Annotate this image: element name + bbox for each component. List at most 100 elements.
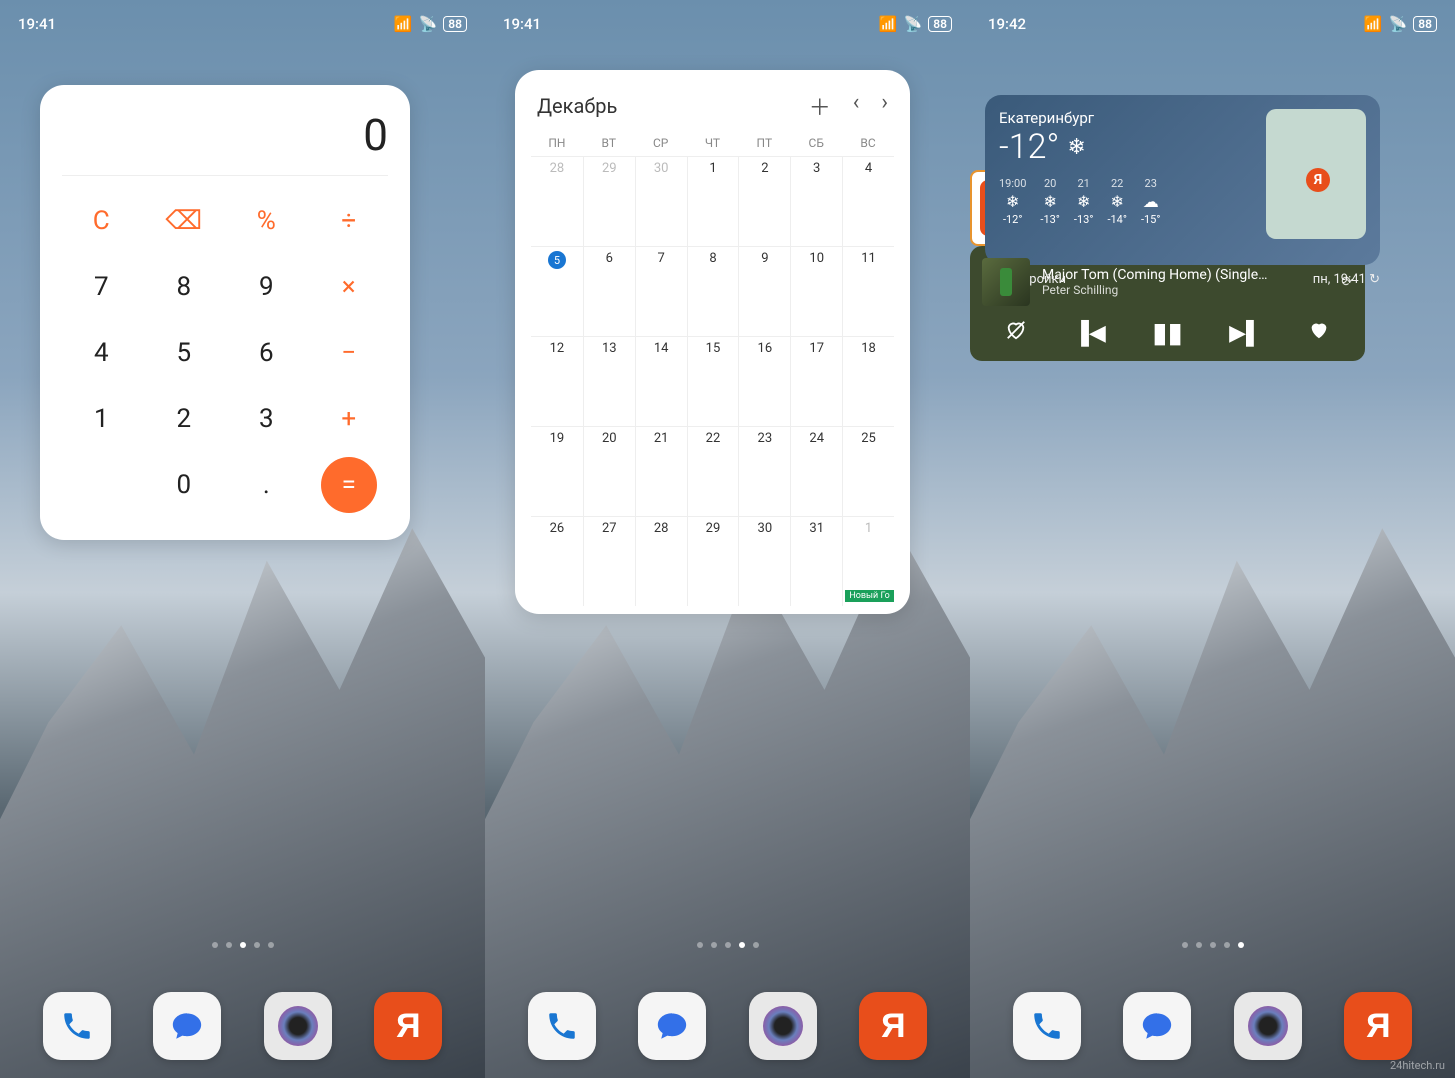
calc-button-%[interactable]: % bbox=[227, 190, 306, 252]
page-indicator[interactable] bbox=[970, 942, 1455, 948]
page-dot[interactable] bbox=[212, 942, 218, 948]
calendar-day-cell[interactable]: 10 bbox=[790, 246, 842, 336]
page-dot[interactable] bbox=[711, 942, 717, 948]
calendar-day-cell[interactable]: 2 bbox=[738, 156, 790, 246]
music-dislike-button[interactable] bbox=[1005, 319, 1027, 347]
dock-yandex-icon[interactable]: Я bbox=[1344, 992, 1412, 1060]
weather-widget[interactable]: Екатеринбург -12° ❄ 19:00❄-12°20❄-13°21❄… bbox=[985, 95, 1380, 265]
page-indicator[interactable] bbox=[0, 942, 485, 948]
calendar-day-cell[interactable]: 27 bbox=[583, 516, 635, 606]
dock-phone-icon[interactable] bbox=[528, 992, 596, 1060]
calc-button-0[interactable]: 0 bbox=[145, 454, 224, 516]
weather-map[interactable]: Я bbox=[1266, 109, 1366, 239]
calendar-day-cell[interactable]: 1Новый Го bbox=[842, 516, 894, 606]
calculator-widget[interactable]: 0 C⌫%÷789×456−123+0.= bbox=[40, 85, 410, 540]
calc-button-⌫[interactable]: ⌫ bbox=[145, 190, 224, 252]
calendar-next-button[interactable]: › bbox=[881, 90, 888, 122]
calc-button-+[interactable]: + bbox=[310, 388, 389, 450]
calendar-prev-button[interactable]: ‹ bbox=[853, 90, 860, 122]
calendar-day-cell[interactable]: 19 bbox=[531, 426, 583, 516]
calc-button-9[interactable]: 9 bbox=[227, 256, 306, 318]
page-dot[interactable] bbox=[1224, 942, 1230, 948]
calendar-day-cell[interactable]: 9 bbox=[738, 246, 790, 336]
calendar-day-cell[interactable]: 29 bbox=[687, 516, 739, 606]
calc-button-=[interactable]: = bbox=[321, 457, 377, 513]
dock-phone-icon[interactable] bbox=[43, 992, 111, 1060]
page-dot[interactable] bbox=[697, 942, 703, 948]
page-dot[interactable] bbox=[226, 942, 232, 948]
calendar-day-cell[interactable]: 26 bbox=[531, 516, 583, 606]
weather-refresh-icon[interactable]: ↻ bbox=[1369, 272, 1380, 287]
calendar-day-cell[interactable]: 13 bbox=[583, 336, 635, 426]
calendar-day-cell[interactable]: 22 bbox=[687, 426, 739, 516]
calc-button-7[interactable]: 7 bbox=[62, 256, 141, 318]
calendar-day-cell[interactable]: 12 bbox=[531, 336, 583, 426]
page-dot[interactable] bbox=[254, 942, 260, 948]
dock-phone-icon[interactable] bbox=[1013, 992, 1081, 1060]
calendar-day-cell[interactable]: 30 bbox=[738, 516, 790, 606]
calc-button-2[interactable]: 2 bbox=[145, 388, 224, 450]
calendar-day-cell[interactable]: 28 bbox=[531, 156, 583, 246]
page-dot[interactable] bbox=[739, 942, 745, 948]
page-dot[interactable] bbox=[753, 942, 759, 948]
page-dot[interactable] bbox=[1182, 942, 1188, 948]
calendar-day-cell[interactable]: 14 bbox=[635, 336, 687, 426]
calendar-day-cell[interactable]: 31 bbox=[790, 516, 842, 606]
dock-camera-icon[interactable] bbox=[1234, 992, 1302, 1060]
page-dot[interactable] bbox=[725, 942, 731, 948]
calc-button-8[interactable]: 8 bbox=[145, 256, 224, 318]
music-next-button[interactable]: ▶▌ bbox=[1229, 320, 1262, 346]
dock-yandex-icon[interactable]: Я bbox=[374, 992, 442, 1060]
calendar-day-cell[interactable]: 29 bbox=[583, 156, 635, 246]
dock-camera-icon[interactable] bbox=[749, 992, 817, 1060]
calc-button-.[interactable]: . bbox=[227, 454, 306, 516]
calendar-day-cell[interactable]: 30 bbox=[635, 156, 687, 246]
music-pause-button[interactable]: ▮▮ bbox=[1152, 316, 1183, 349]
dock-messages-icon[interactable] bbox=[1123, 992, 1191, 1060]
dock-yandex-icon[interactable]: Я bbox=[859, 992, 927, 1060]
dock-camera-icon[interactable] bbox=[264, 992, 332, 1060]
dock-messages-icon[interactable] bbox=[153, 992, 221, 1060]
music-previous-button[interactable]: ▐◀ bbox=[1073, 320, 1106, 346]
calendar-day-cell[interactable]: 5 bbox=[531, 246, 583, 336]
calendar-day-cell[interactable]: 16 bbox=[738, 336, 790, 426]
calendar-day-cell[interactable]: 17 bbox=[790, 336, 842, 426]
calc-button-5[interactable]: 5 bbox=[145, 322, 224, 384]
calc-button-6[interactable]: 6 bbox=[227, 322, 306, 384]
calendar-day-cell[interactable]: 20 bbox=[583, 426, 635, 516]
calc-button-C[interactable]: C bbox=[62, 190, 141, 252]
dock-messages-icon[interactable] bbox=[638, 992, 706, 1060]
calendar-day-cell[interactable]: 23 bbox=[738, 426, 790, 516]
calendar-widget[interactable]: Декабрь ＋ ‹ › ПНВТСРЧТПТСБВС 28293012345… bbox=[515, 70, 910, 614]
calc-button-4[interactable]: 4 bbox=[62, 322, 141, 384]
calendar-day-cell[interactable]: 1 bbox=[687, 156, 739, 246]
calendar-add-button[interactable]: ＋ bbox=[809, 90, 831, 122]
calc-button-3[interactable]: 3 bbox=[227, 388, 306, 450]
page-indicator[interactable] bbox=[485, 942, 970, 948]
music-like-button[interactable] bbox=[1308, 319, 1330, 347]
calendar-day-cell[interactable]: 21 bbox=[635, 426, 687, 516]
calendar-day-cell[interactable]: 15 bbox=[687, 336, 739, 426]
calendar-event[interactable]: Новый Го bbox=[845, 590, 894, 602]
calendar-day-cell[interactable]: 28 bbox=[635, 516, 687, 606]
calendar-day-cell[interactable]: 3 bbox=[790, 156, 842, 246]
calc-button-1[interactable]: 1 bbox=[62, 388, 141, 450]
screen-widgets: 19:42 📶 📡 88 Екатеринбург -12° ❄ 19:00❄-… bbox=[970, 0, 1455, 1078]
calendar-day-cell[interactable]: 25 bbox=[842, 426, 894, 516]
music-sync-icon[interactable]: ⟳ bbox=[1341, 274, 1353, 290]
calendar-day-cell[interactable]: 6 bbox=[583, 246, 635, 336]
calendar-day-cell[interactable]: 7 bbox=[635, 246, 687, 336]
page-dot[interactable] bbox=[240, 942, 246, 948]
calc-button-−[interactable]: − bbox=[310, 322, 389, 384]
calendar-day-cell[interactable]: 8 bbox=[687, 246, 739, 336]
calendar-day-cell[interactable]: 4 bbox=[842, 156, 894, 246]
calendar-day-cell[interactable]: 18 bbox=[842, 336, 894, 426]
calc-button-×[interactable]: × bbox=[310, 256, 389, 318]
page-dot[interactable] bbox=[1196, 942, 1202, 948]
page-dot[interactable] bbox=[268, 942, 274, 948]
page-dot[interactable] bbox=[1238, 942, 1244, 948]
calendar-day-cell[interactable]: 24 bbox=[790, 426, 842, 516]
calc-button-÷[interactable]: ÷ bbox=[310, 190, 389, 252]
page-dot[interactable] bbox=[1210, 942, 1216, 948]
calendar-day-cell[interactable]: 11 bbox=[842, 246, 894, 336]
